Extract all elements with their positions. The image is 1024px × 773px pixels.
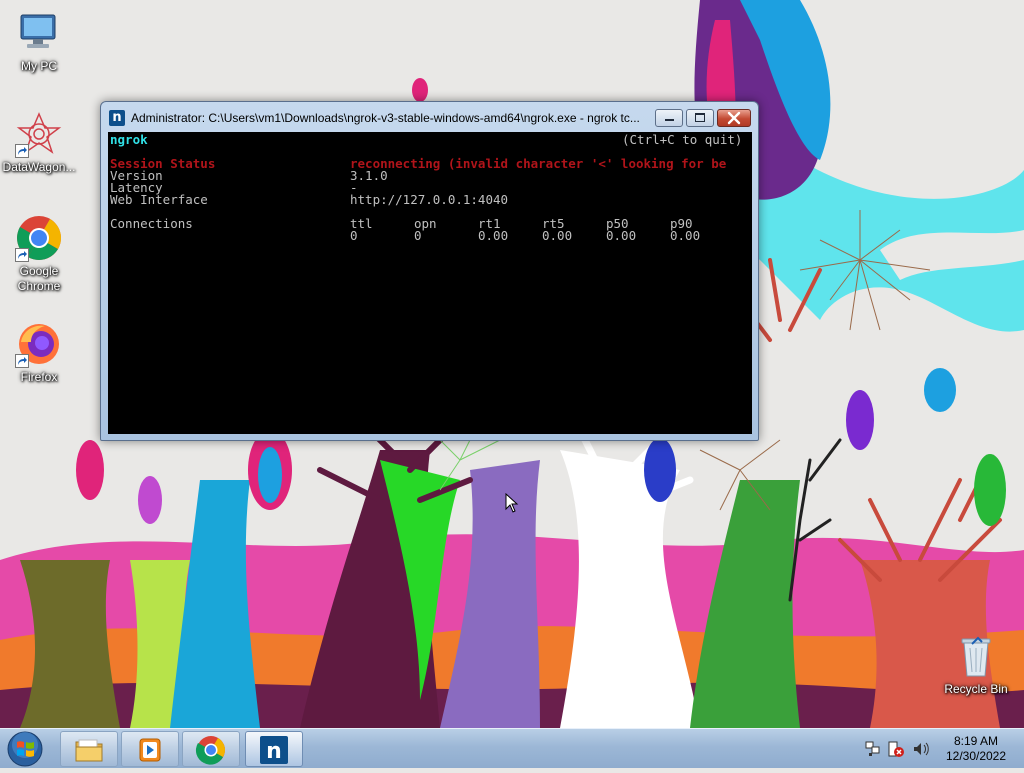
- session-status-value: reconnecting (invalid character '<' look…: [350, 156, 727, 171]
- desktop-icon-label: Recycle Bin: [944, 682, 1008, 696]
- action-center-icon[interactable]: [888, 741, 904, 757]
- shortcut-arrow-icon: [15, 144, 29, 158]
- maximize-icon: [695, 113, 705, 122]
- volume-icon[interactable]: [914, 742, 929, 756]
- desktop-icon-my-pc[interactable]: My PC: [1, 9, 77, 74]
- windows-logo-icon: [7, 731, 43, 767]
- taskbar-chrome-button[interactable]: [182, 731, 240, 767]
- chrome-icon: [195, 736, 225, 765]
- connections-value-rt5: 0.00: [542, 228, 573, 243]
- start-button[interactable]: [3, 730, 47, 768]
- window-title-bar[interactable]: n Administrator: C:\Users\vm1\Downloads\…: [101, 102, 758, 132]
- ngrok-app-icon[interactable]: n: [109, 110, 125, 126]
- connections-value-p90: 0.00: [670, 228, 701, 243]
- minimize-button[interactable]: [655, 109, 683, 127]
- ngrok-console-window[interactable]: n Administrator: C:\Users\vm1\Downloads\…: [100, 101, 759, 441]
- connections-value-ttl: 0: [350, 228, 358, 243]
- computer-icon: [15, 9, 63, 57]
- web-interface-label: Web Interface: [110, 192, 208, 207]
- console-output[interactable]: ngrok (Ctrl+C to quit) Session Status re…: [108, 132, 751, 434]
- network-icon[interactable]: [865, 741, 880, 756]
- system-tray: [864, 739, 934, 759]
- desktop-icon-recycle-bin[interactable]: Recycle Bin: [938, 632, 1014, 697]
- taskbar: n 8:19 AM 12/30/2022: [0, 728, 1024, 768]
- web-interface-value: http://127.0.0.1:4040: [350, 192, 509, 207]
- shortcut-arrow-icon: [15, 354, 29, 368]
- taskbar-file-explorer-button[interactable]: [60, 731, 118, 767]
- desktop-icon-label: DataWagon...: [2, 160, 76, 174]
- chrome-icon: [15, 214, 63, 262]
- desktop-icon-datawagon[interactable]: DataWagon...: [1, 110, 77, 175]
- close-button[interactable]: [717, 109, 751, 127]
- taskbar-ngrok-button[interactable]: n: [245, 731, 303, 767]
- connections-value-p50: 0.00: [606, 228, 637, 243]
- clock-time: 8:19 AM: [953, 734, 999, 748]
- taskbar-clock[interactable]: 8:19 AM 12/30/2022: [936, 734, 1016, 764]
- desktop-icon-label: Google Chrome: [17, 264, 61, 293]
- maximize-button[interactable]: [686, 109, 714, 127]
- desktop-icon-firefox[interactable]: Firefox: [1, 320, 77, 385]
- firefox-icon: [15, 320, 63, 368]
- console-app-name: ngrok: [110, 132, 148, 147]
- media-player-icon: [139, 738, 161, 762]
- console-quit-hint: (Ctrl+C to quit): [622, 132, 743, 147]
- shortcut-arrow-icon: [15, 248, 29, 262]
- close-icon: [727, 111, 741, 125]
- desktop-icon-label: Firefox: [20, 370, 58, 384]
- console-scrollbar[interactable]: [751, 132, 752, 434]
- connections-value-opn: 0: [414, 228, 422, 243]
- ngrok-icon: n: [260, 736, 288, 764]
- recycle-bin-icon: [952, 632, 1000, 680]
- connections-label: Connections: [110, 216, 193, 231]
- mouse-cursor-icon: [505, 493, 519, 513]
- desktop-icon-label: My PC: [21, 59, 57, 73]
- connections-value-rt1: 0.00: [478, 228, 509, 243]
- desktop-icon-google-chrome[interactable]: Google Chrome: [1, 214, 77, 294]
- clock-date: 12/30/2022: [945, 749, 1007, 763]
- taskbar-media-player-button[interactable]: [121, 731, 179, 767]
- ngrok-icon-letter: n: [266, 739, 282, 764]
- minimize-icon: [665, 119, 674, 121]
- datawagon-icon: [15, 110, 63, 158]
- window-title: Administrator: C:\Users\vm1\Downloads\ng…: [131, 111, 640, 125]
- folder-icon: [75, 739, 103, 762]
